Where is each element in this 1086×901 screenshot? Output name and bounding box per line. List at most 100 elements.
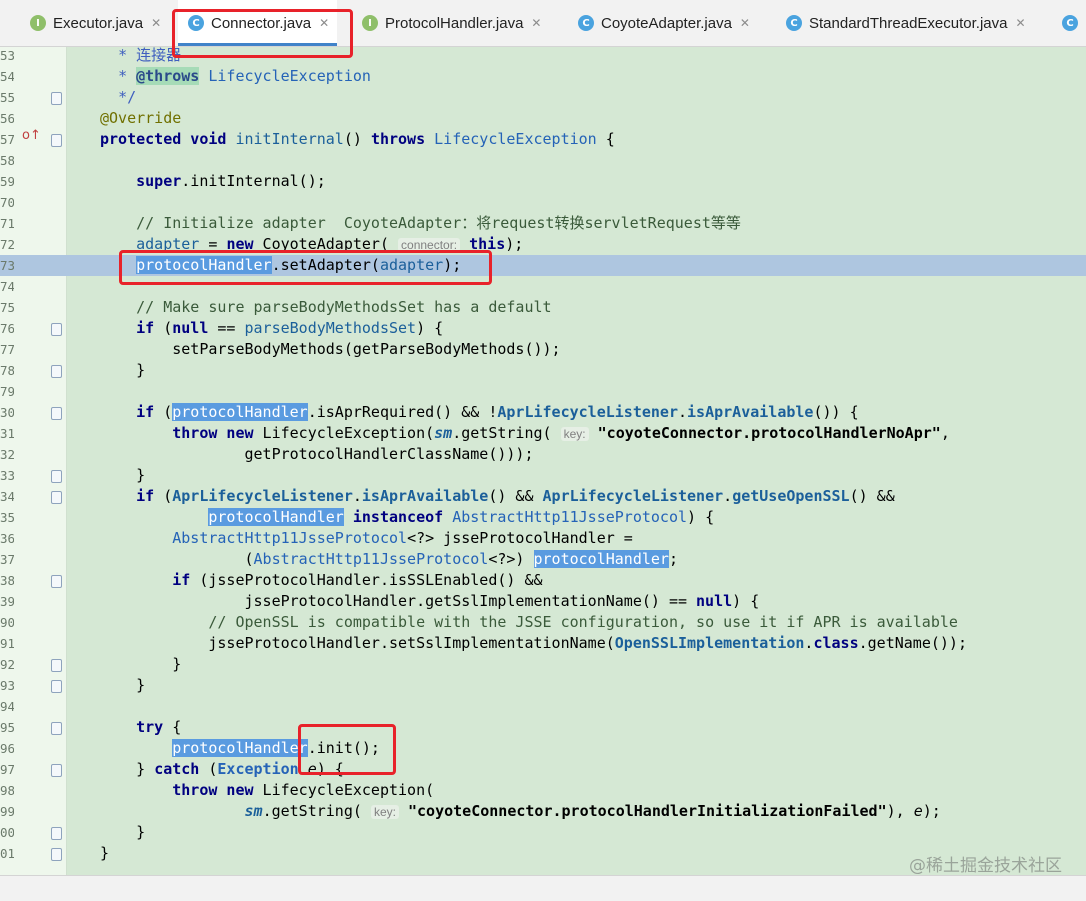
interface-icon: I bbox=[30, 15, 46, 31]
fold-marker-icon[interactable] bbox=[51, 722, 62, 735]
code-text: } bbox=[100, 655, 182, 673]
line-number: 96 bbox=[0, 741, 14, 756]
line-number: 55 bbox=[0, 90, 14, 105]
line-number: 30 bbox=[0, 405, 14, 420]
close-icon[interactable]: ✕ bbox=[151, 16, 161, 30]
tab-protocolhandler-java[interactable]: I ProtocolHandler.java ✕ bbox=[362, 0, 541, 46]
code-text: @Override bbox=[100, 109, 182, 127]
fold-marker-icon[interactable] bbox=[51, 659, 62, 672]
line-number: 54 bbox=[0, 69, 14, 84]
code-line: 94 bbox=[0, 696, 1086, 717]
line-number: 78 bbox=[0, 363, 14, 378]
tab-executor-java[interactable]: I Executor.java ✕ bbox=[30, 0, 161, 46]
tab-label: Executor.java bbox=[53, 14, 144, 32]
class-icon: C bbox=[1062, 15, 1078, 31]
line-number: 38 bbox=[0, 573, 14, 588]
code-line: 93 } bbox=[0, 675, 1086, 696]
line-number: 98 bbox=[0, 783, 14, 798]
fold-marker-icon[interactable] bbox=[51, 827, 62, 840]
code-line: 98 throw new LifecycleException( bbox=[0, 780, 1086, 801]
line-number: 95 bbox=[0, 720, 14, 735]
code-line: 54 * @throws LifecycleException bbox=[0, 66, 1086, 87]
code-line: 31 throw new LifecycleException(sm.getSt… bbox=[0, 423, 1086, 444]
line-number: 90 bbox=[0, 615, 14, 630]
code-text: getProtocolHandlerClassName())); bbox=[100, 445, 534, 463]
annotation-box-set-adapter bbox=[119, 250, 492, 285]
fold-marker-icon[interactable] bbox=[51, 323, 62, 336]
code-line: 70 bbox=[0, 192, 1086, 213]
line-number: 75 bbox=[0, 300, 14, 315]
fold-marker-icon[interactable] bbox=[51, 470, 62, 483]
code-text: (AbstractHttp11JsseProtocol<?>) protocol… bbox=[100, 550, 678, 568]
code-line: 36 AbstractHttp11JsseProtocol<?> jssePro… bbox=[0, 528, 1086, 549]
line-number: 57 bbox=[0, 132, 14, 147]
code-line: 78 } bbox=[0, 360, 1086, 381]
code-text: */ bbox=[118, 88, 137, 106]
line-number: 37 bbox=[0, 552, 14, 567]
tab-coyoteadapter-java[interactable]: C CoyoteAdapter.java ✕ bbox=[578, 0, 750, 46]
tab-overflow[interactable]: C bbox=[1062, 0, 1085, 46]
line-number: 77 bbox=[0, 342, 14, 357]
class-icon: C bbox=[578, 15, 594, 31]
fold-marker-icon[interactable] bbox=[51, 575, 62, 588]
fold-marker-icon[interactable] bbox=[51, 92, 62, 105]
override-marker-icon[interactable]: o↑ bbox=[22, 128, 41, 143]
annotation-box-connector-tab bbox=[172, 9, 353, 58]
code-text: } bbox=[100, 676, 146, 694]
line-number: 33 bbox=[0, 468, 14, 483]
code-line: 90 // OpenSSL is compatible with the JSS… bbox=[0, 612, 1086, 633]
line-number: 70 bbox=[0, 195, 14, 210]
line-number: 58 bbox=[0, 153, 14, 168]
code-text: if (null == parseBodyMethodsSet) { bbox=[136, 319, 444, 337]
fold-marker-icon[interactable] bbox=[51, 680, 62, 693]
tab-standardthreadexecutor-java[interactable]: C StandardThreadExecutor.java ✕ bbox=[786, 0, 1026, 46]
code-text: setParseBodyMethods(getParseBodyMethods(… bbox=[100, 340, 561, 358]
close-icon[interactable]: ✕ bbox=[531, 16, 541, 30]
code-editor[interactable]: 53 * 连接器 54 * @throws LifecycleException… bbox=[0, 47, 1086, 876]
code-line: 77 setParseBodyMethods(getParseBodyMetho… bbox=[0, 339, 1086, 360]
code-text: protocolHandler instanceof AbstractHttp1… bbox=[208, 508, 715, 526]
line-number: 99 bbox=[0, 804, 14, 819]
code-text: AbstractHttp11JsseProtocol<?> jsseProtoc… bbox=[172, 529, 633, 547]
code-line: 53 * 连接器 bbox=[0, 47, 1086, 66]
interface-icon: I bbox=[362, 15, 378, 31]
code-text: // Make sure parseBodyMethodsSet has a d… bbox=[136, 298, 552, 316]
code-line: 55 */ bbox=[0, 87, 1086, 108]
code-text: try { bbox=[136, 718, 182, 736]
fold-marker-icon[interactable] bbox=[51, 491, 62, 504]
code-text: if (protocolHandler.isAprRequired() && !… bbox=[136, 403, 859, 421]
line-number: 92 bbox=[0, 657, 14, 672]
code-line: 79 bbox=[0, 381, 1086, 402]
fold-marker-icon[interactable] bbox=[51, 407, 62, 420]
code-line: 71 // Initialize adapter CoyoteAdapter：将… bbox=[0, 213, 1086, 234]
code-text: jsseProtocolHandler.setSslImplementation… bbox=[100, 634, 967, 652]
tab-label: ProtocolHandler.java bbox=[385, 14, 524, 32]
fold-marker-icon[interactable] bbox=[51, 134, 62, 147]
line-number: 56 bbox=[0, 111, 14, 126]
code-text: if (jsseProtocolHandler.isSSLEnabled() &… bbox=[172, 571, 543, 589]
line-number: 53 bbox=[0, 48, 14, 63]
line-number: 97 bbox=[0, 762, 14, 777]
tab-label: CoyoteAdapter.java bbox=[601, 14, 732, 32]
fold-marker-icon[interactable] bbox=[51, 365, 62, 378]
code-text: protected void initInternal() throws Lif… bbox=[100, 130, 615, 148]
fold-marker-icon[interactable] bbox=[51, 764, 62, 777]
close-icon[interactable]: ✕ bbox=[740, 16, 750, 30]
line-number: 36 bbox=[0, 531, 14, 546]
line-number: 31 bbox=[0, 426, 14, 441]
code-text: super.initInternal(); bbox=[136, 172, 326, 190]
code-line: 99 sm.getString( key: "coyoteConnector.p… bbox=[0, 801, 1086, 822]
close-icon[interactable]: ✕ bbox=[1015, 16, 1025, 30]
annotation-box-init-call bbox=[298, 724, 396, 775]
code-line: 30 if (protocolHandler.isAprRequired() &… bbox=[0, 402, 1086, 423]
code-line: 95 try { bbox=[0, 717, 1086, 738]
line-number: 76 bbox=[0, 321, 14, 336]
line-number: 39 bbox=[0, 594, 14, 609]
code-text: if (AprLifecycleListener.isAprAvailable(… bbox=[136, 487, 895, 505]
line-number: 93 bbox=[0, 678, 14, 693]
class-icon: C bbox=[786, 15, 802, 31]
line-number: 79 bbox=[0, 384, 14, 399]
fold-marker-icon[interactable] bbox=[51, 848, 62, 861]
code-line: 56 @Override bbox=[0, 108, 1086, 129]
code-line: 92 } bbox=[0, 654, 1086, 675]
